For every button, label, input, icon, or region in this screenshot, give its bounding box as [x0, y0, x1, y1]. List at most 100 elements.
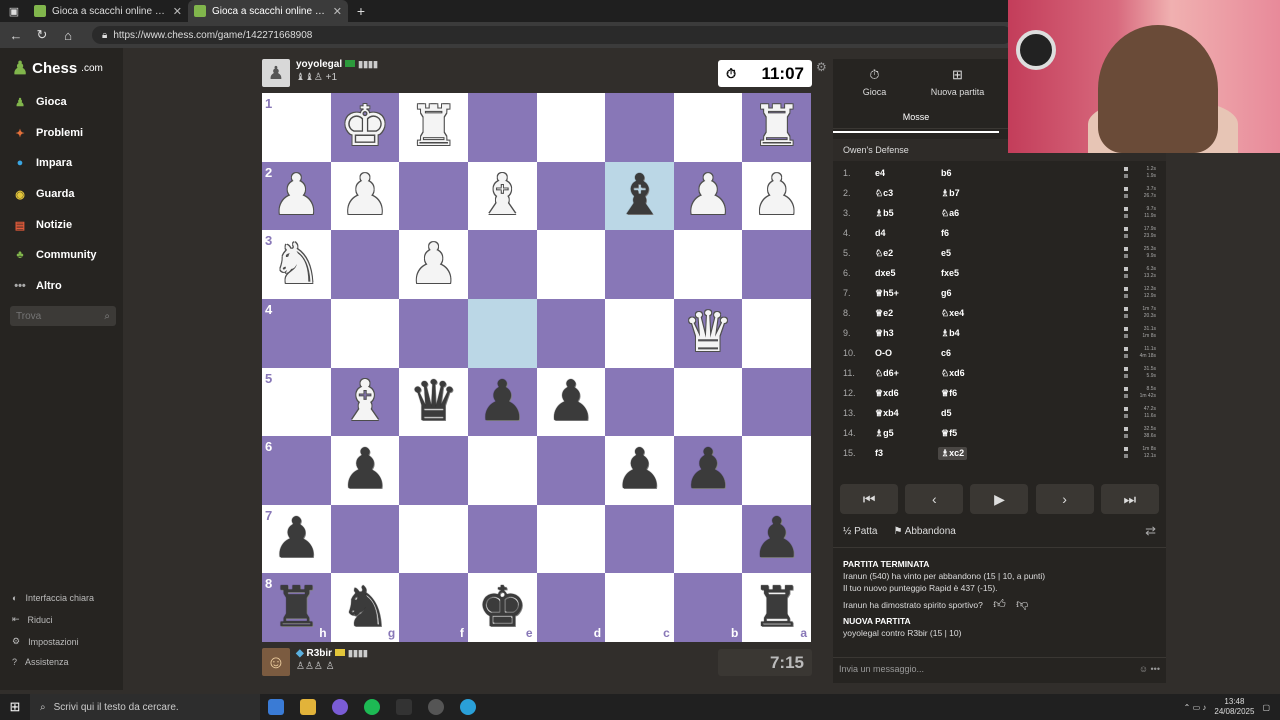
board-square[interactable]	[605, 504, 674, 574]
sidebar-search[interactable]: ⌕	[10, 306, 116, 326]
board-square[interactable]: 8 h ♜	[262, 573, 331, 642]
network-icon[interactable]: ⌃ ▭ ♪	[1184, 703, 1207, 712]
search-icon[interactable]: ⌕	[104, 311, 110, 322]
board-square[interactable]	[742, 298, 811, 368]
white-rook-piece[interactable]: ♜	[752, 99, 802, 155]
board-square[interactable]: ♝	[330, 367, 400, 437]
board-square[interactable]: b	[673, 573, 743, 642]
board-square[interactable]: 4	[262, 298, 331, 368]
refresh-icon[interactable]: ↻	[32, 25, 52, 45]
white-move[interactable]: e4	[875, 168, 885, 178]
black-move[interactable]: g6	[941, 288, 952, 298]
white-pawn-piece[interactable]: ♟	[683, 167, 733, 224]
close-tab-icon[interactable]: ✕	[173, 5, 182, 18]
board-square[interactable]: ♟	[330, 436, 400, 505]
board-square[interactable]	[605, 367, 674, 437]
avatar[interactable]: ☺	[262, 648, 290, 676]
board-square[interactable]	[536, 436, 606, 505]
white-move[interactable]: ♘d6+	[875, 368, 899, 379]
draw-button[interactable]: ½ Patta	[843, 526, 877, 537]
board-square[interactable]	[399, 504, 468, 574]
board-square[interactable]: ♟	[742, 504, 811, 574]
board-square[interactable]: ♟	[742, 161, 811, 231]
chat-input[interactable]: Invia un messaggio...	[839, 664, 924, 674]
back-icon[interactable]: ←	[6, 25, 26, 45]
board-square[interactable]: 3 ♞	[262, 230, 331, 299]
taskbar-discord-icon[interactable]	[324, 694, 356, 720]
white-pawn-piece[interactable]: ♟	[408, 236, 458, 293]
search-input[interactable]	[16, 310, 96, 322]
thumbs-up-icon[interactable]: 👍︎	[993, 598, 1006, 610]
black-pawn-piece[interactable]: ♟	[340, 442, 390, 498]
white-move[interactable]: O-O	[875, 348, 892, 358]
sidebar-item-guarda[interactable]: ◉ Guarda	[12, 186, 74, 202]
white-move[interactable]: d4	[875, 228, 886, 238]
board-square[interactable]	[536, 93, 606, 162]
black-pawn-piece[interactable]: ♟	[477, 373, 527, 430]
board-square[interactable]: ♟	[605, 436, 674, 505]
resign-button[interactable]: ⚑ Abbandona	[893, 526, 955, 537]
first-move-button[interactable]: ⏮	[840, 484, 899, 514]
taskbar-search[interactable]: ⌕ Scrivi qui il testo da cercare.	[30, 694, 260, 720]
board-square[interactable]: ♛	[399, 367, 468, 437]
board-square[interactable]: ♟	[330, 161, 400, 231]
black-move[interactable]: d5	[941, 408, 952, 418]
board-square[interactable]	[742, 367, 811, 437]
white-move[interactable]: ♘e2	[875, 248, 893, 259]
board-square[interactable]	[673, 230, 743, 299]
board-square[interactable]: f	[399, 573, 468, 642]
black-move[interactable]: ♘a6	[941, 208, 959, 219]
board-square[interactable]: ♛	[673, 298, 743, 368]
board-square[interactable]: e ♚	[467, 573, 537, 642]
black-move[interactable]: ♕f6	[941, 388, 957, 399]
black-pawn-piece[interactable]: ♟	[683, 442, 733, 498]
board-square[interactable]: ♜	[742, 93, 811, 162]
board-square[interactable]: 7 ♟	[262, 504, 331, 574]
board-square[interactable]: g ♞	[330, 573, 400, 642]
url-field[interactable]: 🔒︎ https://www.chess.com/game/1422716689…	[92, 26, 1012, 44]
board-square[interactable]	[330, 298, 400, 368]
new-tab-icon[interactable]: +	[348, 0, 374, 22]
black-move[interactable]: c6	[941, 348, 951, 358]
sidebar-item-impara[interactable]: ● Impara	[12, 155, 72, 171]
sidebar-light-mode[interactable]: ◐ Interfaccia chiara	[12, 593, 94, 603]
clock[interactable]: 13:48 24/08/2025	[1214, 697, 1254, 717]
black-move[interactable]: ♘xe4	[941, 308, 964, 319]
board-square[interactable]: 2 ♟	[262, 161, 331, 231]
board-square[interactable]	[399, 161, 468, 231]
board-square[interactable]: ♟	[673, 436, 743, 505]
board-square[interactable]	[467, 436, 537, 505]
board-square[interactable]	[605, 298, 674, 368]
notifications-icon[interactable]: ▢	[1262, 703, 1270, 712]
white-move[interactable]: f3	[875, 448, 883, 458]
white-move[interactable]: ♕h3	[875, 328, 894, 339]
board-square[interactable]	[536, 230, 606, 299]
sidebar-item-community[interactable]: ♣ Community	[12, 247, 96, 263]
chess-logo[interactable]: ♟ Chess .com	[12, 58, 103, 79]
play-button[interactable]: ▶	[970, 484, 1029, 514]
black-pawn-piece[interactable]: ♟	[614, 442, 664, 498]
browser-tab-1[interactable]: Gioca a scacchi online GRATIS - Si ✕	[28, 0, 188, 22]
board-square[interactable]: ♟	[673, 161, 743, 231]
board-settings-gear-icon[interactable]: ⚙	[816, 60, 827, 74]
black-move[interactable]: ♗b7	[941, 188, 960, 199]
black-move[interactable]: fxe5	[941, 268, 959, 278]
white-king-piece[interactable]: ♚	[340, 99, 390, 155]
white-rook-piece[interactable]: ♜	[408, 99, 458, 155]
thumbs-down-icon[interactable]: 👎︎	[1016, 598, 1028, 610]
white-move[interactable]: ♕e2	[875, 308, 893, 319]
sidebar-collapse[interactable]: ⇤ Riduci	[12, 614, 53, 625]
window-menu-icon[interactable]: ▣	[0, 0, 28, 22]
board-square[interactable]	[605, 93, 674, 162]
board-square[interactable]: ♝	[467, 161, 537, 231]
browser-tab-2[interactable]: Gioca a scacchi online GRATIS - Si ✕	[188, 0, 348, 22]
taskbar-app-store-icon[interactable]	[260, 694, 292, 720]
black-rook-piece[interactable]: ♜	[752, 579, 802, 636]
white-pawn-piece[interactable]: ♟	[752, 167, 802, 224]
board-square[interactable]	[673, 93, 743, 162]
next-move-button[interactable]: ›	[1035, 484, 1094, 514]
taskbar-obs-icon[interactable]	[420, 694, 452, 720]
white-move[interactable]: ♕h5+	[875, 288, 899, 299]
taskbar-epic-icon[interactable]	[388, 694, 420, 720]
board-square[interactable]: d	[536, 573, 606, 642]
